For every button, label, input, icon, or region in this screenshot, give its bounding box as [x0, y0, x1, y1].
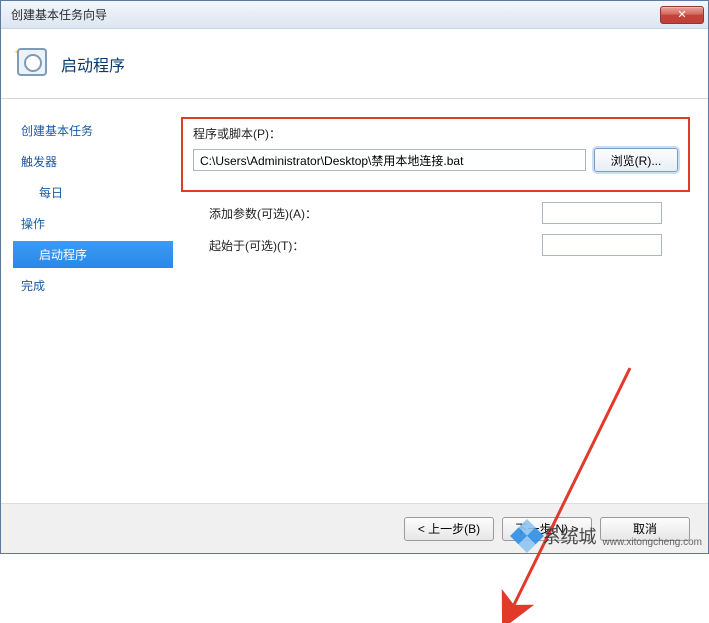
sidebar-item-label: 完成	[21, 279, 45, 293]
startin-label: 起始于(可选)(T)：	[209, 237, 304, 254]
wizard-window: 创建基本任务向导 ✕ ✦ 启动程序 创建基本任务 触发器 每日 操作 启动程序 …	[0, 0, 709, 554]
browse-button[interactable]: 浏览(R)...	[594, 148, 678, 172]
window-title: 创建基本任务向导	[11, 6, 107, 23]
startin-row: 起始于(可选)(T)：	[209, 234, 662, 256]
sidebar-item-daily[interactable]: 每日	[17, 179, 171, 206]
scheduler-icon: ✦	[17, 48, 49, 80]
sidebar-item-trigger[interactable]: 触发器	[17, 148, 171, 175]
args-input[interactable]	[542, 202, 662, 224]
wizard-footer: < 上一步(B) 下一步(N) > 取消	[1, 503, 708, 553]
sidebar-item-finish[interactable]: 完成	[17, 272, 171, 299]
back-button[interactable]: < 上一步(B)	[404, 517, 494, 541]
sidebar-item-label: 启动程序	[39, 248, 87, 262]
titlebar: 创建基本任务向导 ✕	[1, 1, 708, 29]
close-button[interactable]: ✕	[660, 6, 704, 24]
next-button[interactable]: 下一步(N) >	[502, 517, 592, 541]
script-input[interactable]	[193, 149, 586, 171]
wizard-main: 程序或脚本(P)： 浏览(R)... 添加参数(可选)(A)： 起始于(可选)(…	[171, 99, 708, 503]
sidebar-item-label: 创建基本任务	[21, 124, 93, 138]
cancel-button[interactable]: 取消	[600, 517, 690, 541]
args-row: 添加参数(可选)(A)：	[209, 202, 662, 224]
startin-input[interactable]	[542, 234, 662, 256]
sidebar-item-action[interactable]: 操作	[17, 210, 171, 237]
sidebar-item-create-basic-task[interactable]: 创建基本任务	[17, 117, 171, 144]
sidebar-item-label: 操作	[21, 217, 45, 231]
sidebar-item-label: 触发器	[21, 155, 57, 169]
script-label: 程序或脚本(P)：	[193, 125, 678, 142]
annotation-arrow-icon	[460, 363, 660, 623]
args-label: 添加参数(可选)(A)：	[209, 205, 317, 222]
sidebar-item-start-program[interactable]: 启动程序	[13, 241, 173, 268]
wizard-header: ✦ 启动程序	[1, 29, 708, 99]
page-title: 启动程序	[61, 52, 125, 76]
wizard-sidebar: 创建基本任务 触发器 每日 操作 启动程序 完成	[1, 99, 171, 503]
close-icon: ✕	[677, 8, 686, 21]
script-row: 浏览(R)...	[193, 148, 678, 172]
highlight-box: 程序或脚本(P)： 浏览(R)...	[181, 117, 690, 192]
sidebar-item-label: 每日	[39, 186, 63, 200]
wizard-body: 创建基本任务 触发器 每日 操作 启动程序 完成 程序或脚本(P)： 浏览(R)…	[1, 99, 708, 503]
